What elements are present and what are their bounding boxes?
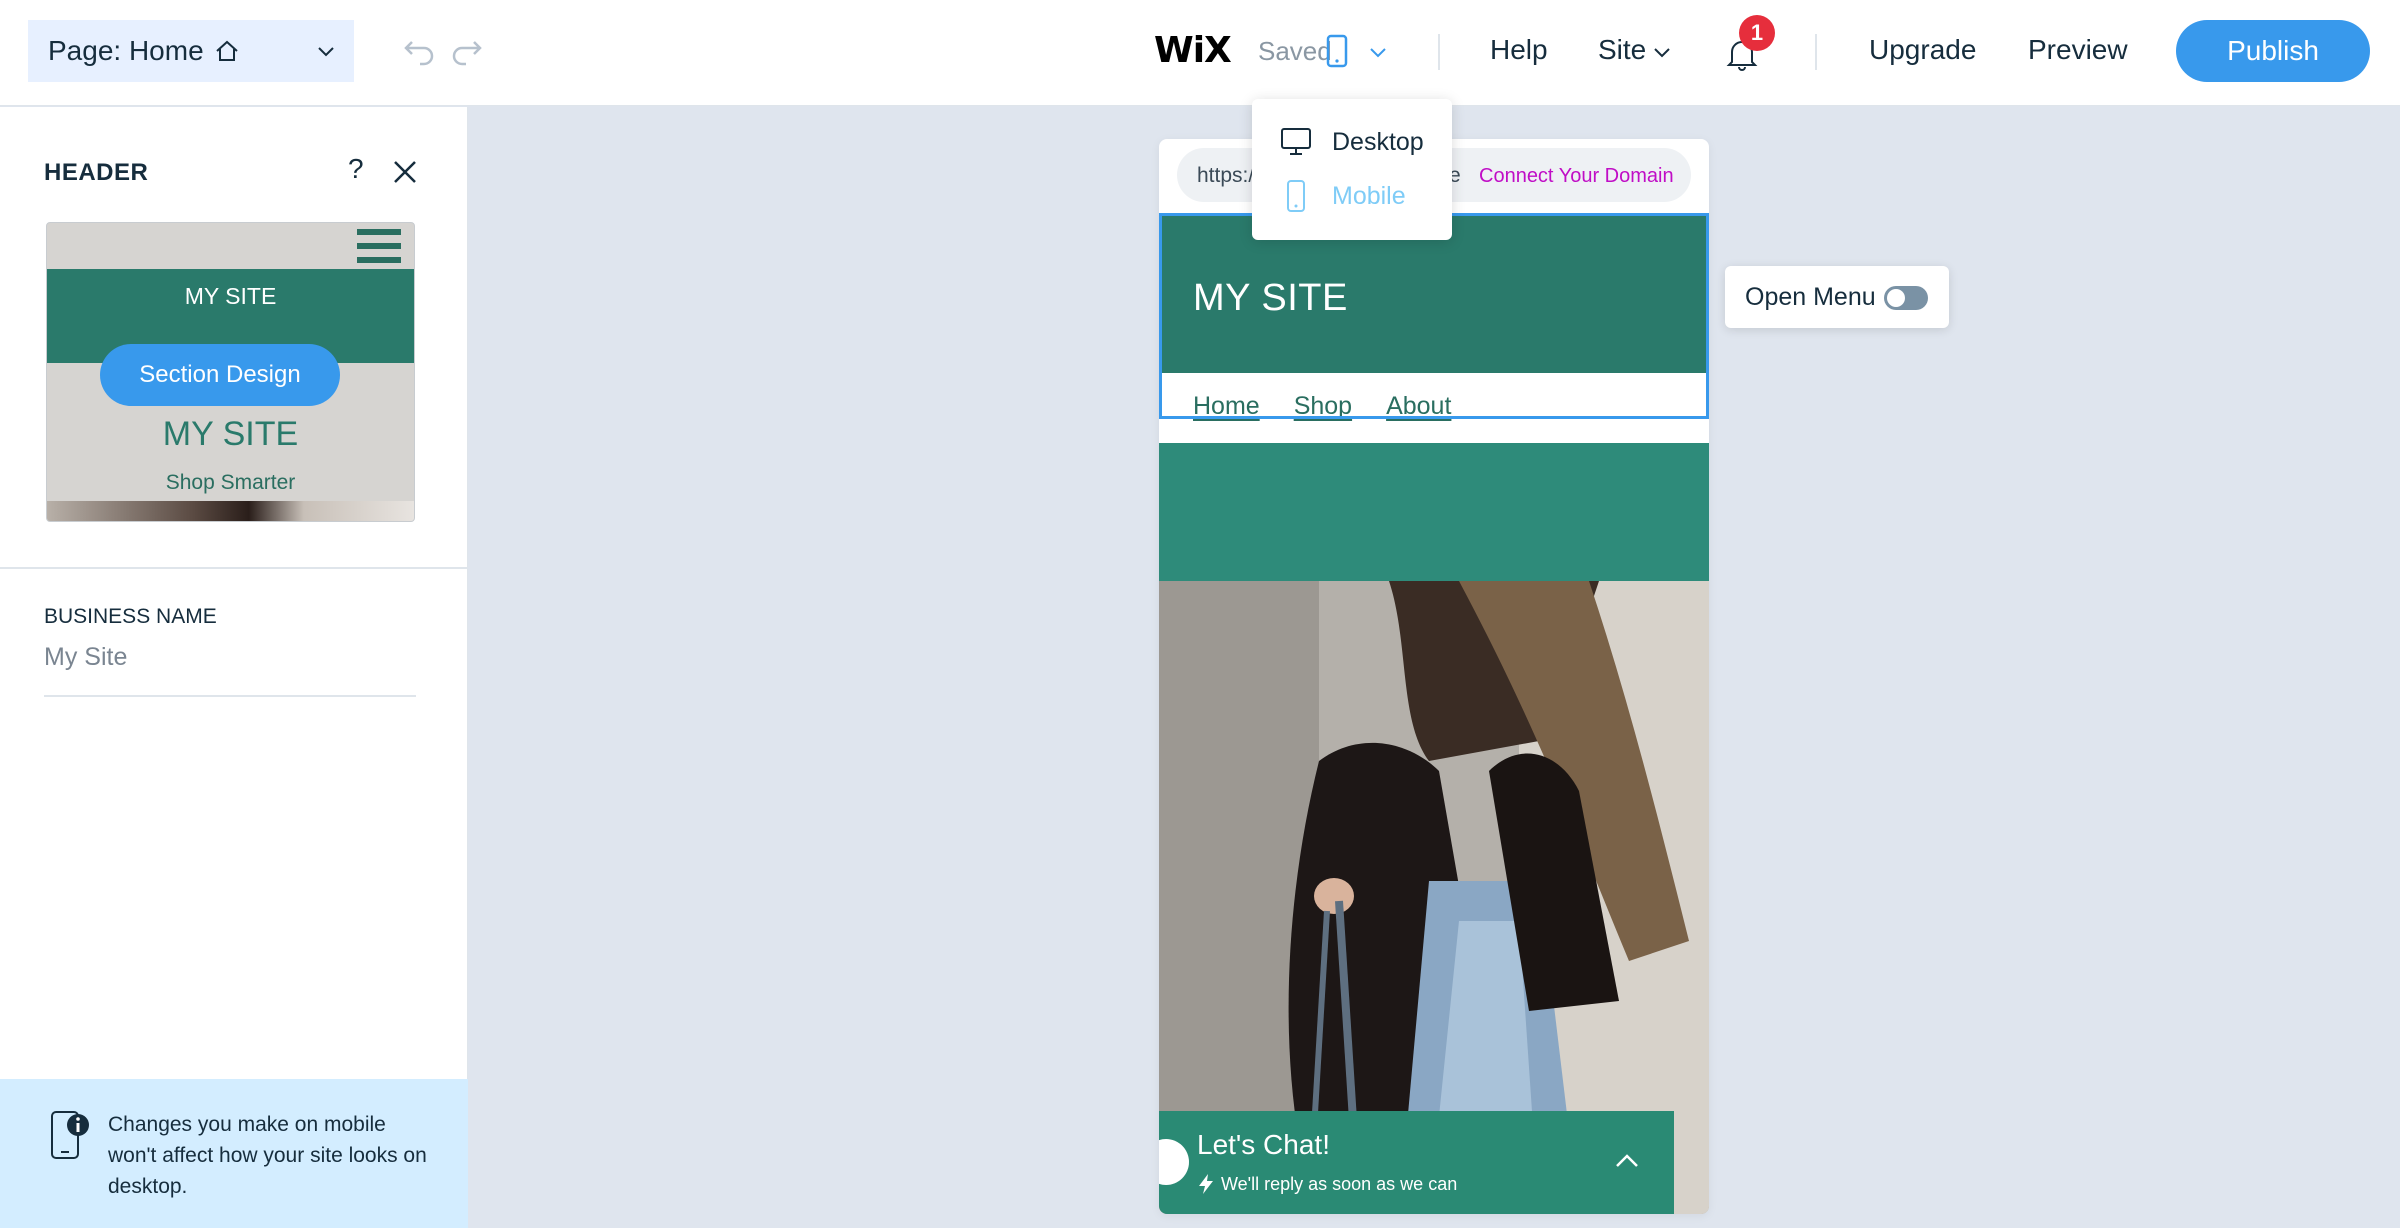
- preview-button[interactable]: Preview: [2028, 34, 2128, 66]
- business-name-underline: [44, 695, 416, 697]
- chat-subtitle-text: We'll reply as soon as we can: [1221, 1173, 1458, 1194]
- section-design-button[interactable]: Section Design: [100, 344, 340, 406]
- mobile-info-text: Changes you make on mobile won't affect …: [108, 1113, 427, 1198]
- site-green-band[interactable]: [1159, 443, 1709, 581]
- device-option-desktop[interactable]: Desktop: [1280, 127, 1424, 157]
- page-selector-label: Page: Home: [48, 35, 204, 66]
- panel-divider: [0, 567, 468, 569]
- mobile-info-icon: [51, 1111, 89, 1159]
- open-menu-toggle-chip: Open Menu: [1725, 266, 1949, 328]
- saved-status: Saved: [1258, 36, 1332, 66]
- chevron-down-icon: [318, 47, 334, 57]
- help-menu[interactable]: Help: [1490, 34, 1548, 66]
- preview-tagline: Shop Smarter: [165, 471, 296, 494]
- site-chevron-down-icon[interactable]: [1652, 42, 1672, 62]
- chat-widget[interactable]: Let's Chat! We'll reply as soon as we ca…: [1159, 1111, 1674, 1214]
- toggle-knob: [1887, 289, 1905, 307]
- help-icon[interactable]: ?: [348, 153, 364, 185]
- device-switcher-dropdown: Desktop Mobile: [1252, 99, 1452, 240]
- url-prefix: https:/: [1197, 164, 1255, 187]
- chat-avatar: [1159, 1139, 1189, 1185]
- top-bar: Page: Home WiX Saved Help Site 1 Upgrade…: [0, 0, 2400, 106]
- desktop-icon: [1281, 128, 1311, 155]
- mobile-info-box: Changes you make on mobile won't affect …: [0, 1079, 468, 1228]
- mobile-icon: [1287, 180, 1305, 212]
- preview-site-name: MY SITE: [162, 415, 299, 453]
- hamburger-menu-icon: [357, 229, 401, 265]
- business-name-field[interactable]: My Site: [44, 643, 127, 672]
- chat-subtitle: We'll reply as soon as we can: [1197, 1173, 1457, 1195]
- wix-logo: WiX: [1154, 30, 1232, 71]
- page-selector[interactable]: Page: Home: [28, 20, 354, 82]
- preview-site-name-top: MY SITE: [184, 283, 277, 309]
- header-settings-panel: HEADER ? MY SITE Section Design MY SITE …: [0, 107, 468, 1228]
- device-chevron-down-icon[interactable]: [1368, 42, 1388, 62]
- panel-title: HEADER: [44, 159, 149, 186]
- device-option-mobile[interactable]: Mobile: [1280, 179, 1406, 213]
- mobile-site-canvas: https:/ e Connect Your Domain MY SITE Ho…: [1159, 139, 1709, 1214]
- toolbar-divider: [1815, 34, 1817, 70]
- header-selection-outline: [1159, 213, 1709, 419]
- device-option-mobile-label: Mobile: [1332, 181, 1406, 210]
- undo-icon[interactable]: [402, 34, 438, 70]
- device-option-desktop-label: Desktop: [1332, 127, 1424, 156]
- upgrade-link[interactable]: Upgrade: [1869, 34, 1976, 66]
- close-icon[interactable]: [392, 159, 418, 185]
- preview-image-strip: [47, 501, 414, 521]
- open-menu-toggle[interactable]: [1884, 286, 1928, 310]
- chevron-up-icon[interactable]: [1613, 1147, 1641, 1175]
- lightning-icon: [1199, 1174, 1213, 1194]
- site-menu[interactable]: Site: [1598, 34, 1646, 66]
- publish-button[interactable]: Publish: [2176, 20, 2370, 82]
- business-name-label: BUSINESS NAME: [44, 605, 217, 628]
- header-design-preview[interactable]: MY SITE Section Design MY SITE Shop Smar…: [46, 222, 415, 522]
- open-menu-label: Open Menu: [1745, 282, 1876, 311]
- connect-domain-link[interactable]: Connect Your Domain: [1479, 165, 1674, 188]
- chat-title: Let's Chat!: [1197, 1129, 1330, 1160]
- toolbar-divider: [1438, 34, 1440, 70]
- home-icon: [215, 40, 238, 61]
- redo-icon[interactable]: [448, 34, 484, 70]
- notification-badge: 1: [1739, 15, 1775, 51]
- mobile-device-icon[interactable]: [1326, 34, 1348, 68]
